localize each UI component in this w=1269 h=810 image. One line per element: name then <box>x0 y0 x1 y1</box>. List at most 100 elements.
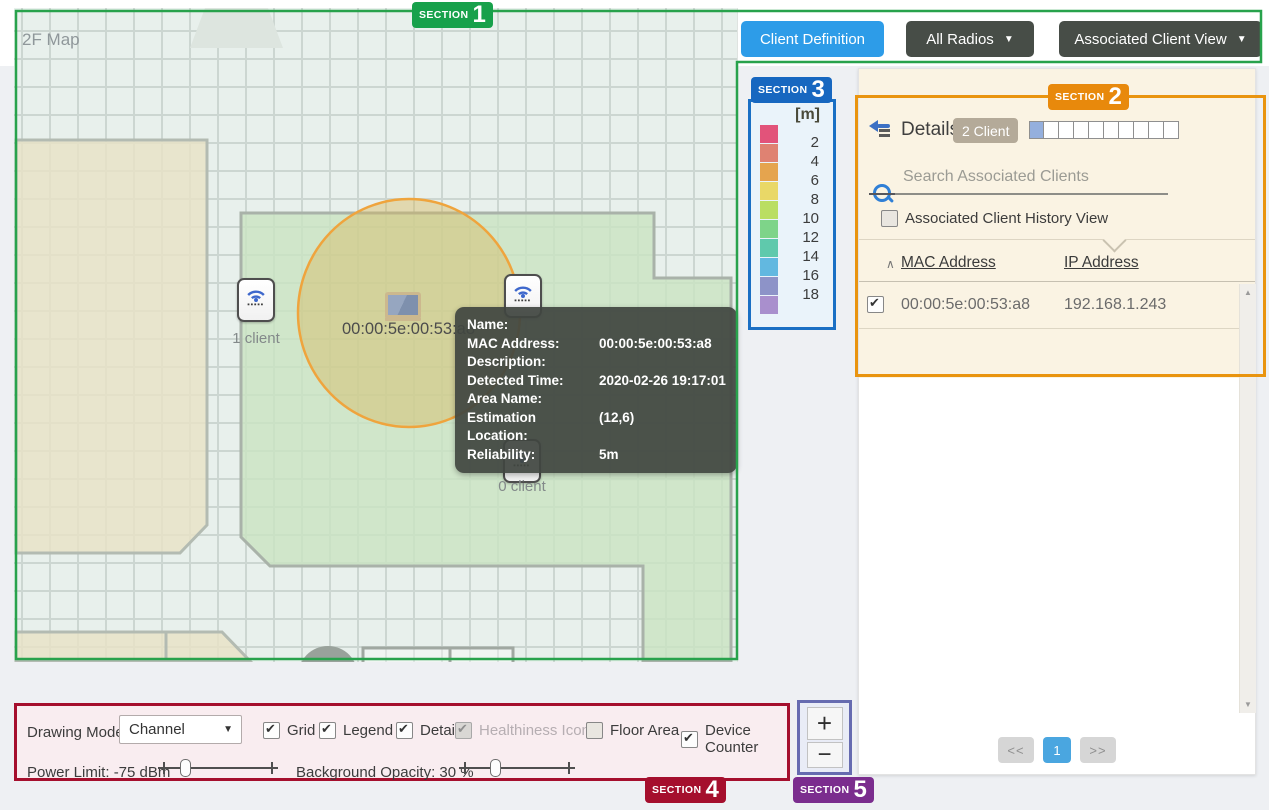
drawing-mode-label: Drawing Mode: <box>27 724 128 741</box>
capacity-segment <box>1134 121 1149 139</box>
floor-room-bottom-left <box>14 630 254 662</box>
legend-tick: 8 <box>810 191 819 208</box>
legend-checkbox[interactable]: Legend <box>319 721 393 739</box>
checkbox-box[interactable] <box>681 730 698 748</box>
wifi-icon <box>247 290 265 306</box>
power-limit-slider[interactable] <box>158 759 278 777</box>
capacity-segment <box>1044 121 1059 139</box>
dropdown-label: Associated Client View <box>1074 30 1227 48</box>
tooltip-value: (12,6) <box>599 409 635 425</box>
tooltip-label: Estimation Location: <box>467 409 537 444</box>
column-header-mac[interactable]: MAC Address <box>901 254 996 272</box>
access-point-icon[interactable] <box>237 278 275 322</box>
client-detail-tooltip: Name: MAC Address: 00:00:5e:00:53:a8 Desc… <box>455 307 737 473</box>
tooltip-label: MAC Address: <box>467 335 560 351</box>
laptop-screen <box>385 292 421 317</box>
back-icon[interactable] <box>869 119 895 137</box>
panel-scrollbar[interactable]: ▲ ▼ <box>1239 284 1256 713</box>
checkbox-label: Grid <box>287 722 316 739</box>
chevron-down-icon: ▼ <box>1236 33 1247 45</box>
legend-tick: 6 <box>810 172 819 189</box>
map-zoom-controls: + − <box>797 700 852 775</box>
column-header-ip[interactable]: IP Address <box>1064 254 1139 272</box>
next-page-button[interactable]: >> <box>1080 737 1116 763</box>
legend-swatch <box>760 163 778 181</box>
scroll-up-icon[interactable]: ▲ <box>1240 288 1256 297</box>
search-underline <box>869 193 1168 195</box>
grid-checkbox[interactable]: Grid <box>263 721 316 739</box>
all-radios-dropdown[interactable]: All Radios ▼ <box>906 21 1034 57</box>
legend-swatch <box>760 125 778 143</box>
associated-client-view-dropdown[interactable]: Associated Client View ▼ <box>1059 21 1262 57</box>
zoom-in-button[interactable]: + <box>806 707 843 740</box>
section3-badge: SECTION 3 <box>751 77 832 103</box>
client-device-icon[interactable] <box>385 292 421 321</box>
checkbox-box <box>455 721 472 739</box>
tooltip-label: Detected Time: <box>467 372 564 388</box>
legend-swatch <box>760 296 778 314</box>
background-opacity-slider[interactable] <box>459 759 575 777</box>
map-options-toolbar: Drawing Mode: Channel ▼ Grid Legend Deta… <box>14 703 790 781</box>
search-input[interactable] <box>901 167 1155 187</box>
slider-track[interactable] <box>459 767 575 769</box>
table-row[interactable]: 00:00:5e:00:53:a8 192.168.1.243 <box>859 282 1239 329</box>
floor-map-canvas[interactable]: 2F Map 1 client 00:00:5e:00:53:a8 0 clie… <box>14 8 738 662</box>
zoom-out-button[interactable]: − <box>806 741 843 768</box>
row-mac-address: 00:00:5e:00:53:a8 <box>901 296 1031 313</box>
legend-tick: 4 <box>810 153 819 170</box>
client-mac-label: 00:00:5e:00:53:a8 <box>342 320 476 338</box>
drawing-mode-select[interactable]: Channel ▼ <box>119 715 242 744</box>
details-title: Details <box>901 119 960 140</box>
history-view-checkbox[interactable]: Associated Client History View <box>881 210 1108 227</box>
distance-legend: [m] 2 4 6 8 10 12 14 16 18 <box>748 99 836 330</box>
tooltip-label: Name: <box>467 317 509 332</box>
page-number-button[interactable]: 1 <box>1043 737 1071 763</box>
checkbox-box[interactable] <box>867 295 884 313</box>
slider-thumb[interactable] <box>179 759 191 777</box>
floor-furniture-table <box>361 646 515 662</box>
legend-tick: 10 <box>802 210 819 227</box>
checkbox-box[interactable] <box>586 722 603 739</box>
checkbox-box[interactable] <box>881 210 898 227</box>
sort-asc-icon[interactable]: ∧ <box>886 257 895 271</box>
device-counter-checkbox[interactable]: Device Counter <box>681 722 787 756</box>
section4-badge: SECTION 4 <box>645 777 726 803</box>
client-definition-button[interactable]: Client Definition <box>741 21 884 57</box>
legend-swatch <box>760 182 778 200</box>
legend-swatch <box>760 201 778 219</box>
checkbox-box[interactable] <box>396 721 413 739</box>
floor-area-checkbox[interactable]: Floor Area <box>586 722 679 739</box>
legend-swatch <box>760 220 778 238</box>
legend-tick: 14 <box>802 248 819 265</box>
background-opacity-label: Background Opacity: 30 % <box>296 764 474 781</box>
capacity-segment <box>1089 121 1104 139</box>
tooltip-label: Reliability: <box>467 446 536 462</box>
legend-swatch <box>760 239 778 257</box>
tooltip-value: 00:00:5e:00:53:a8 <box>599 335 712 351</box>
floor-furniture-circle <box>301 646 355 662</box>
tooltip-label: Description: <box>467 354 546 369</box>
divider <box>859 239 1255 240</box>
slider-track[interactable] <box>158 767 278 769</box>
pagination: << 1 >> <box>859 737 1255 763</box>
floor-shape-stairs <box>190 8 283 48</box>
legend-tick: 12 <box>802 229 819 246</box>
client-count-badge: 2 Client <box>953 118 1019 143</box>
select-value: Channel <box>129 721 185 738</box>
dropdown-label: All Radios <box>926 30 994 48</box>
slider-thumb[interactable] <box>490 759 502 777</box>
legend-tick: 18 <box>802 286 819 303</box>
scroll-down-icon[interactable]: ▼ <box>1240 700 1256 709</box>
capacity-segment <box>1164 121 1179 139</box>
capacity-segment <box>1149 121 1164 139</box>
checkbox-box[interactable] <box>319 721 336 739</box>
legend-tick: 2 <box>810 134 819 151</box>
capacity-segment <box>1029 121 1044 139</box>
row-select-checkbox[interactable] <box>867 295 884 313</box>
checkbox-label: Associated Client History View <box>905 210 1109 227</box>
chevron-down-icon: ▼ <box>223 724 233 735</box>
floor-room-left <box>14 138 209 555</box>
section1-badge: SECTION 1 <box>412 2 493 28</box>
prev-page-button[interactable]: << <box>998 737 1034 763</box>
checkbox-box[interactable] <box>263 721 280 739</box>
